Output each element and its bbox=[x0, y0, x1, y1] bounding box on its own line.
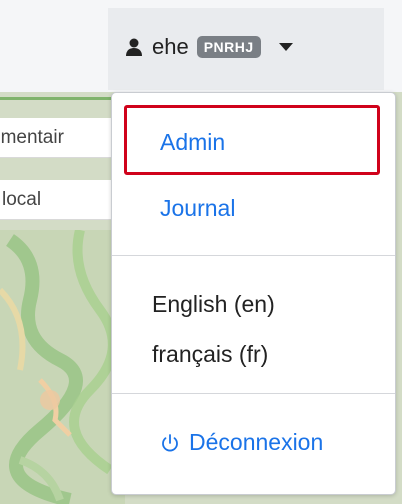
background-field-2: local bbox=[0, 180, 125, 220]
logout-label: Déconnexion bbox=[189, 429, 324, 455]
map-strip bbox=[0, 97, 120, 100]
user-dropdown-menu: Admin Journal English (en) français (fr)… bbox=[111, 92, 396, 495]
menu-divider bbox=[112, 255, 395, 256]
menu-item-admin[interactable]: Admin bbox=[160, 129, 225, 156]
username: ehe bbox=[152, 34, 189, 59]
background-field-1: ementair bbox=[0, 118, 125, 158]
logout-link[interactable]: Déconnexion bbox=[159, 429, 323, 456]
language-option-english[interactable]: English (en) bbox=[152, 291, 275, 318]
language-option-french[interactable]: français (fr) bbox=[152, 341, 268, 368]
caret-down-icon[interactable] bbox=[278, 43, 293, 51]
user-menu-toggle[interactable]: ehe PNRHJ bbox=[124, 30, 293, 64]
background-field-1-text: ementair bbox=[0, 127, 64, 148]
user-icon bbox=[126, 38, 142, 56]
menu-item-journal[interactable]: Journal bbox=[160, 195, 235, 222]
background-field-2-text: local bbox=[2, 189, 42, 210]
map-terrain bbox=[0, 230, 125, 504]
menu-divider bbox=[112, 393, 395, 394]
power-icon bbox=[162, 433, 178, 451]
organization-badge: PNRHJ bbox=[196, 36, 261, 58]
